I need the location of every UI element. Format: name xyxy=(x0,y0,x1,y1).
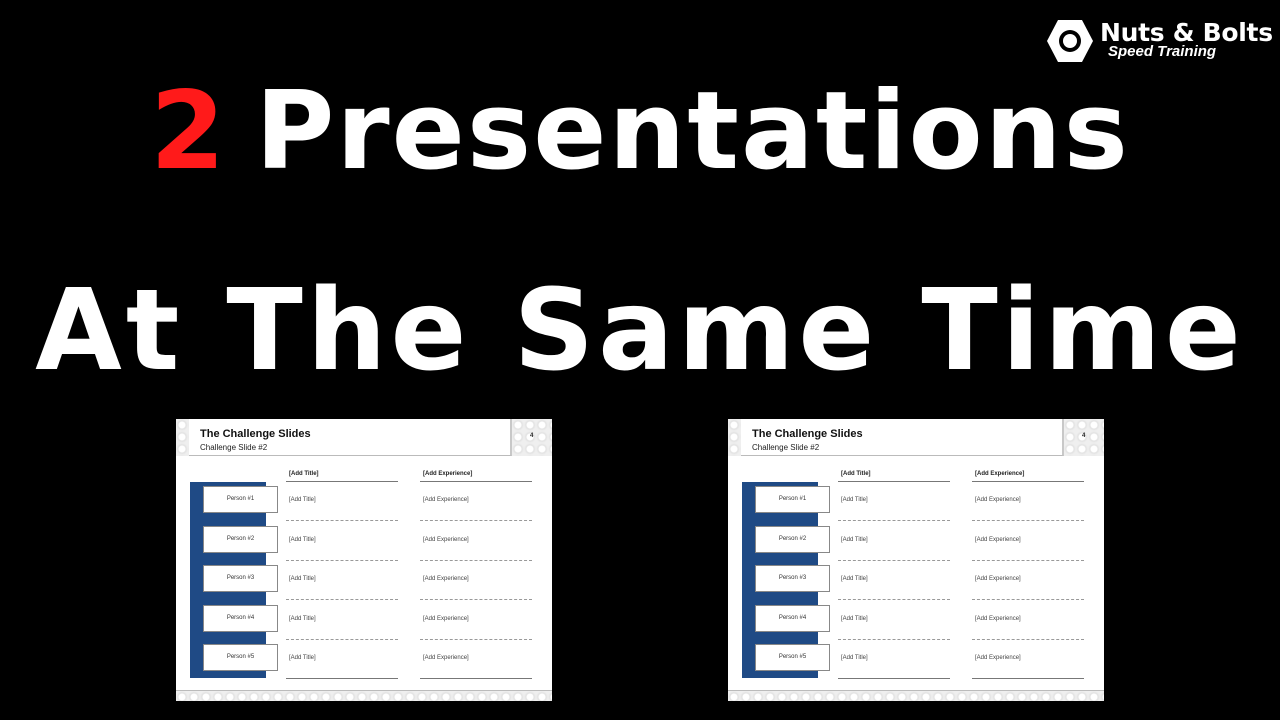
row-divider xyxy=(420,520,532,521)
experience-cell: [Add Experience] xyxy=(423,497,469,503)
title-cell: [Add Title] xyxy=(841,497,868,503)
headline-line-2: At The Same Time xyxy=(35,266,1245,396)
row-divider xyxy=(286,520,398,521)
slide-subtitle: Challenge Slide #2 xyxy=(752,443,820,452)
column-header-experience: [Add Experience] xyxy=(975,471,1025,477)
slide-title: The Challenge Slides xyxy=(752,428,863,440)
footer-pattern xyxy=(728,691,1104,701)
row-divider xyxy=(420,678,532,679)
person-label: Person #4 xyxy=(203,604,278,632)
row-divider xyxy=(286,599,398,600)
experience-cell: [Add Experience] xyxy=(423,536,469,543)
headline-number: 2 xyxy=(150,69,228,194)
person-label: Person #3 xyxy=(203,565,278,592)
experience-cell: [Add Experience] xyxy=(975,576,1021,582)
experience-cell: [Add Experience] xyxy=(975,655,1021,661)
title-cell: [Add Title] xyxy=(841,615,868,622)
person-label: Person #5 xyxy=(755,644,830,671)
title-cell: [Add Title] xyxy=(841,655,868,661)
person-label: Person #5 xyxy=(203,644,278,671)
title-cell: [Add Title] xyxy=(289,655,316,661)
column-header-underline xyxy=(420,481,532,482)
experience-cell: [Add Experience] xyxy=(423,655,469,661)
slide-preview-2: The Challenge Slides Challenge Slide #2 … xyxy=(728,419,1104,701)
row-divider xyxy=(972,559,1084,561)
footer-pattern xyxy=(176,691,552,701)
hex-nut-icon xyxy=(1047,20,1093,62)
title-cell: [Add Title] xyxy=(289,615,316,622)
row-divider xyxy=(420,638,532,640)
row-divider xyxy=(420,559,532,561)
column-header-underline xyxy=(838,481,950,482)
experience-cell: [Add Experience] xyxy=(423,615,469,622)
person-label: Person #1 xyxy=(755,486,830,513)
slide-number: 4 xyxy=(1082,433,1086,439)
title-cell: [Add Title] xyxy=(841,536,868,543)
row-divider xyxy=(420,599,532,600)
person-label: Person #2 xyxy=(755,525,830,553)
slide-header: The Challenge Slides Challenge Slide #2 xyxy=(189,419,512,456)
slide-subtitle: Challenge Slide #2 xyxy=(200,443,268,452)
experience-cell: [Add Experience] xyxy=(975,615,1021,622)
column-header-experience: [Add Experience] xyxy=(423,471,473,477)
slide-header: The Challenge Slides Challenge Slide #2 xyxy=(741,419,1064,456)
slide-title: The Challenge Slides xyxy=(200,428,311,440)
row-divider xyxy=(286,638,398,640)
slide-number: 4 xyxy=(530,433,534,439)
title-cell: [Add Title] xyxy=(289,497,316,503)
row-divider xyxy=(972,638,1084,640)
column-header-underline xyxy=(286,481,398,482)
row-divider xyxy=(838,678,950,679)
brand-subtitle: Speed Training xyxy=(1108,43,1217,60)
experience-cell: [Add Experience] xyxy=(975,536,1021,543)
row-divider xyxy=(972,599,1084,600)
slide-preview-1: The Challenge Slides Challenge Slide #2 … xyxy=(176,419,552,701)
column-header-title: [Add Title] xyxy=(841,471,871,477)
title-cell: [Add Title] xyxy=(289,576,316,582)
row-divider xyxy=(838,520,950,521)
row-divider xyxy=(286,559,398,561)
header-pattern-left xyxy=(728,419,741,456)
column-header-underline xyxy=(972,481,1084,482)
headline-line-1: 2 Presentations xyxy=(0,72,1280,192)
row-divider xyxy=(838,599,950,600)
person-label: Person #2 xyxy=(203,525,278,553)
row-divider xyxy=(972,520,1084,521)
title-cell: [Add Title] xyxy=(841,576,868,582)
person-label: Person #1 xyxy=(203,486,278,513)
header-pattern-left xyxy=(176,419,189,456)
row-divider xyxy=(286,678,398,679)
experience-cell: [Add Experience] xyxy=(975,497,1021,503)
experience-cell: [Add Experience] xyxy=(423,576,469,582)
person-label: Person #4 xyxy=(755,604,830,632)
column-header-title: [Add Title] xyxy=(289,471,319,477)
title-cell: [Add Title] xyxy=(289,536,316,543)
headline-presentations: Presentations xyxy=(255,69,1130,194)
row-divider xyxy=(838,559,950,561)
row-divider xyxy=(972,678,1084,679)
person-label: Person #3 xyxy=(755,565,830,592)
row-divider xyxy=(838,638,950,640)
brand-logo: Nuts & Bolts Speed Training xyxy=(1046,19,1273,63)
